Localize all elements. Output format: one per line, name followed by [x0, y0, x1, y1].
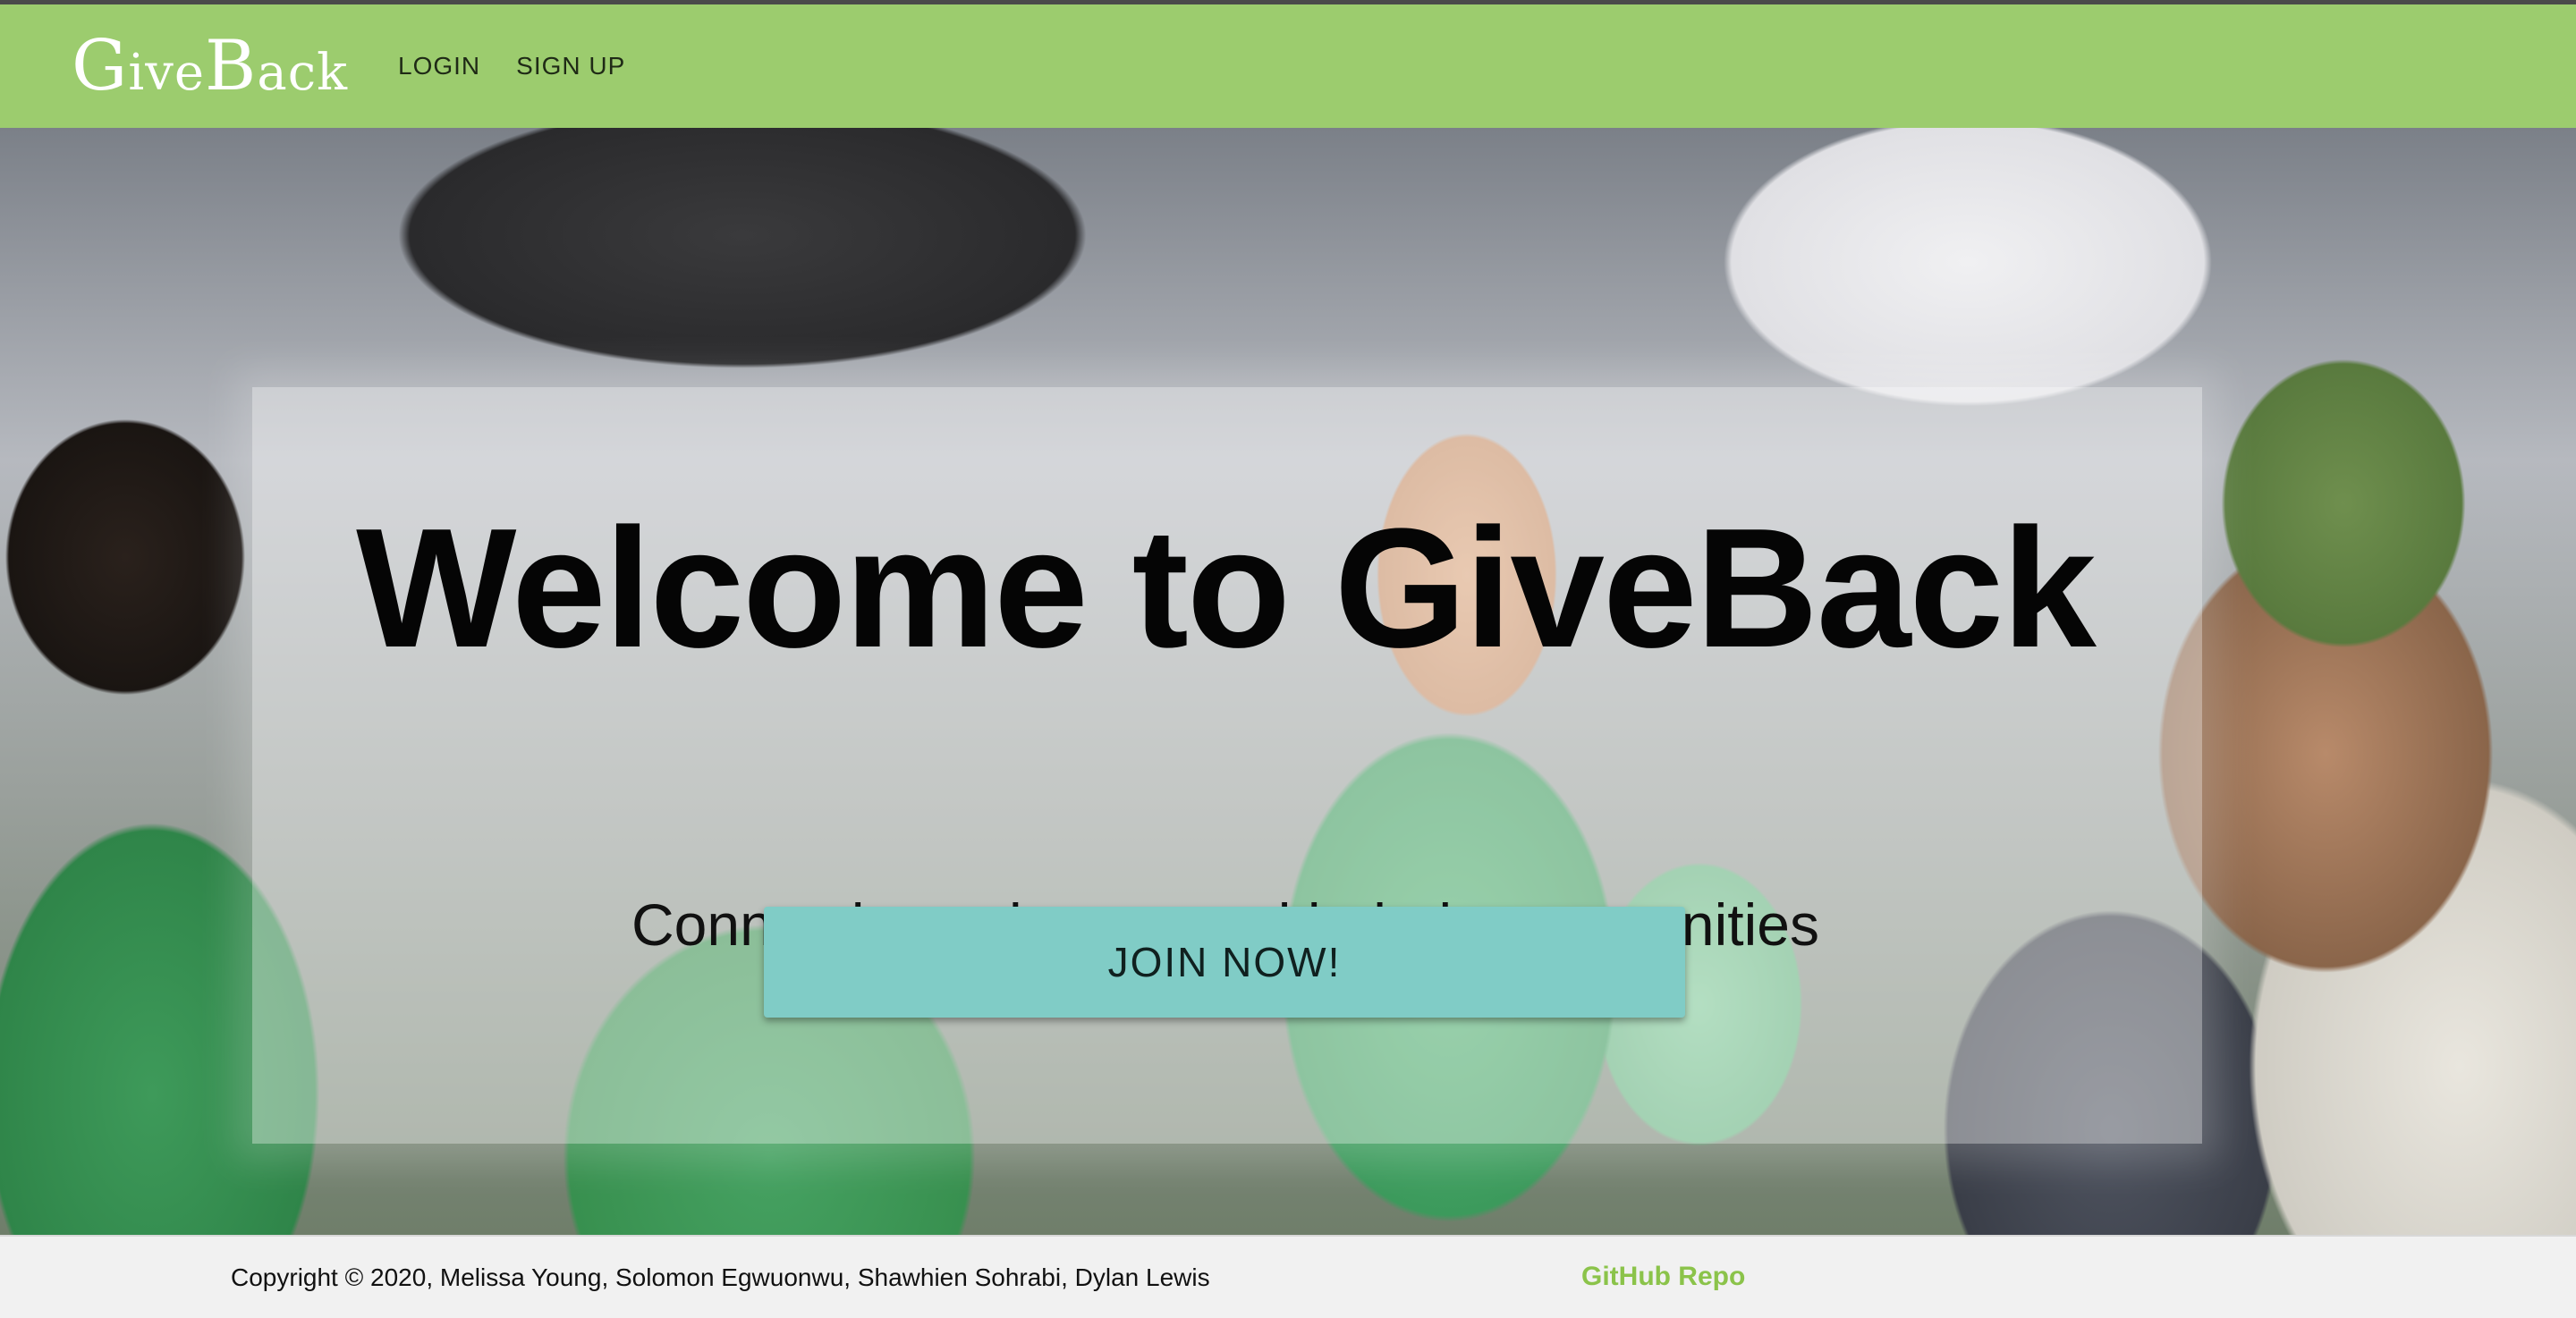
join-now-button[interactable]: JOIN NOW! — [764, 907, 1685, 1018]
brand-letters-ack: ack — [257, 44, 349, 102]
brand-letters-ive: ive — [128, 44, 205, 102]
page: Give Back LOGIN SIGN UP Welcome to GiveBa… — [0, 0, 2576, 1318]
navbar: Give Back LOGIN SIGN UP — [0, 4, 2576, 128]
brand-letter-b: B — [205, 26, 258, 106]
github-repo-link[interactable]: GitHub Repo — [1581, 1262, 1745, 1292]
signup-link[interactable]: SIGN UP — [516, 52, 625, 80]
brand-logo[interactable]: Give Back — [72, 31, 348, 101]
brand-letter-g: G — [72, 26, 129, 106]
hero-section: Welcome to GiveBack Connecting volunteer… — [0, 128, 2576, 1235]
login-link[interactable]: LOGIN — [398, 52, 480, 80]
copyright-text: Copyright © 2020, Melissa Young, Solomon… — [231, 1263, 1210, 1291]
hero-title: Welcome to GiveBack — [356, 494, 2097, 683]
footer: Copyright © 2020, Melissa Young, Solomon… — [0, 1235, 2576, 1318]
